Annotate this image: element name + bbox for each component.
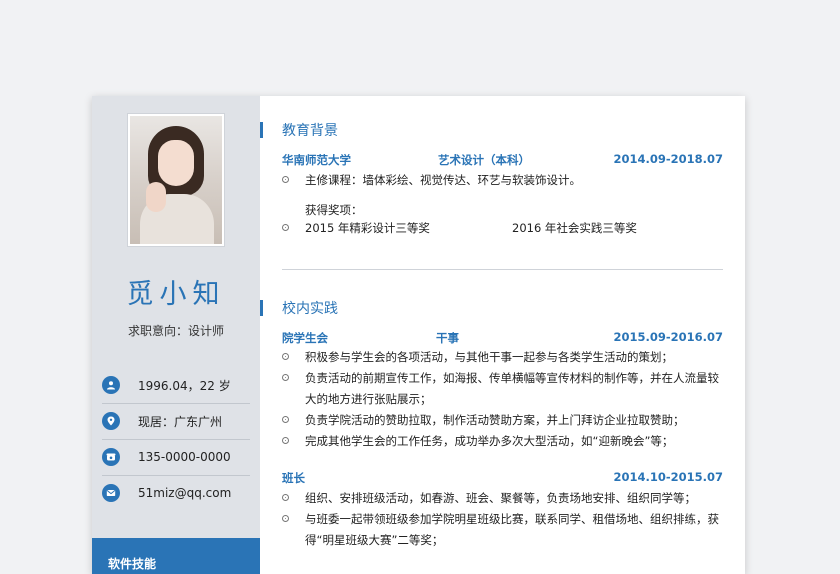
award-2: 2016 年社会实践三等奖 [512, 221, 637, 235]
info-email: 51miz@qq.com [102, 481, 250, 505]
award-1: 2015 年精彩设计三等奖 [305, 221, 430, 235]
list-item: 积极参与学生会的各项活动，与其他干事一起参与各类学生活动的策划； [282, 347, 723, 368]
org-name: 院学生会 [282, 331, 328, 345]
candidate-name: 觅小知 [126, 279, 226, 310]
info-location: 现居：广东广州 [102, 409, 250, 433]
skills-section-header: 软件技能 [92, 538, 260, 574]
org-name: 班长 [282, 471, 305, 485]
list-item: 2015 年精彩设计三等奖 2016 年社会实践三等奖 [282, 218, 723, 239]
info-phone-text: 135-0000-0000 [138, 450, 231, 464]
list-item: 组织、安排班级活动，如春游、班会、聚餐等，负责场地安排、组织同学等； [282, 488, 723, 509]
list-item: 主修课程：墙体彩绘、视觉传达、环艺与软装饰设计。 [282, 170, 723, 191]
phone-icon [102, 448, 120, 466]
main-content: 教育背景 华南师范大学 艺术设计（本科） 2014.09-2018.07 主修课… [260, 96, 745, 574]
list-item: 完成其他学生会的工作任务，成功举办多次大型活动，如“迎新晚会”等； [282, 431, 723, 452]
entry-date: 2015.09-2016.07 [613, 330, 723, 344]
resume-page: 觅小知 求职意向：设计师 1996.04，22 岁 现居：广东广州 135-00… [92, 96, 745, 574]
job-intent: 求职意向：设计师 [127, 324, 224, 338]
info-email-text: 51miz@qq.com [138, 486, 232, 500]
education-section-title: 教育背景 [260, 120, 338, 140]
major: 艺术设计（本科） [438, 153, 530, 167]
awards-label: 获得奖项： [305, 203, 363, 217]
school-name: 华南师范大学 [282, 153, 351, 167]
sidebar: 觅小知 求职意向：设计师 1996.04，22 岁 现居：广东广州 135-00… [92, 96, 260, 574]
section-divider [282, 269, 723, 270]
divider [102, 475, 250, 476]
entry-date: 2014.10-2015.07 [613, 470, 723, 484]
info-phone: 135-0000-0000 [102, 445, 250, 469]
practice-entry-head: 院学生会 干事 2015.09-2016.07 [282, 330, 723, 348]
role: 干事 [436, 331, 459, 345]
profile-photo [128, 114, 224, 246]
divider [102, 403, 250, 404]
skills-title: 软件技能 [108, 557, 157, 571]
practice-section-title: 校内实践 [260, 298, 338, 318]
list-item: 与班委一起带领班级参加学院明星班级比赛，联系同学、租借场地、组织排练，获得“明星… [282, 509, 723, 551]
divider [102, 439, 250, 440]
location-pin-icon [102, 412, 120, 430]
info-location-text: 现居：广东广州 [138, 414, 223, 429]
mail-icon [102, 484, 120, 502]
user-icon [102, 376, 120, 394]
practice-entry-head: 班长 2014.10-2015.07 [282, 470, 723, 488]
list-item: 负责学院活动的赞助拉取，制作活动赞助方案，并上门拜访企业拉取赞助； [282, 410, 723, 431]
info-age-text: 1996.04，22 岁 [138, 378, 231, 393]
education-date: 2014.09-2018.07 [613, 152, 723, 166]
info-age: 1996.04，22 岁 [102, 373, 250, 397]
list-item: 负责活动的前期宣传工作，如海报、传单横幅等宣传材料的制作等，并在人流量较大的地方… [282, 368, 723, 410]
photo-image [130, 116, 222, 244]
education-entry-head: 华南师范大学 艺术设计（本科） 2014.09-2018.07 [282, 152, 723, 170]
